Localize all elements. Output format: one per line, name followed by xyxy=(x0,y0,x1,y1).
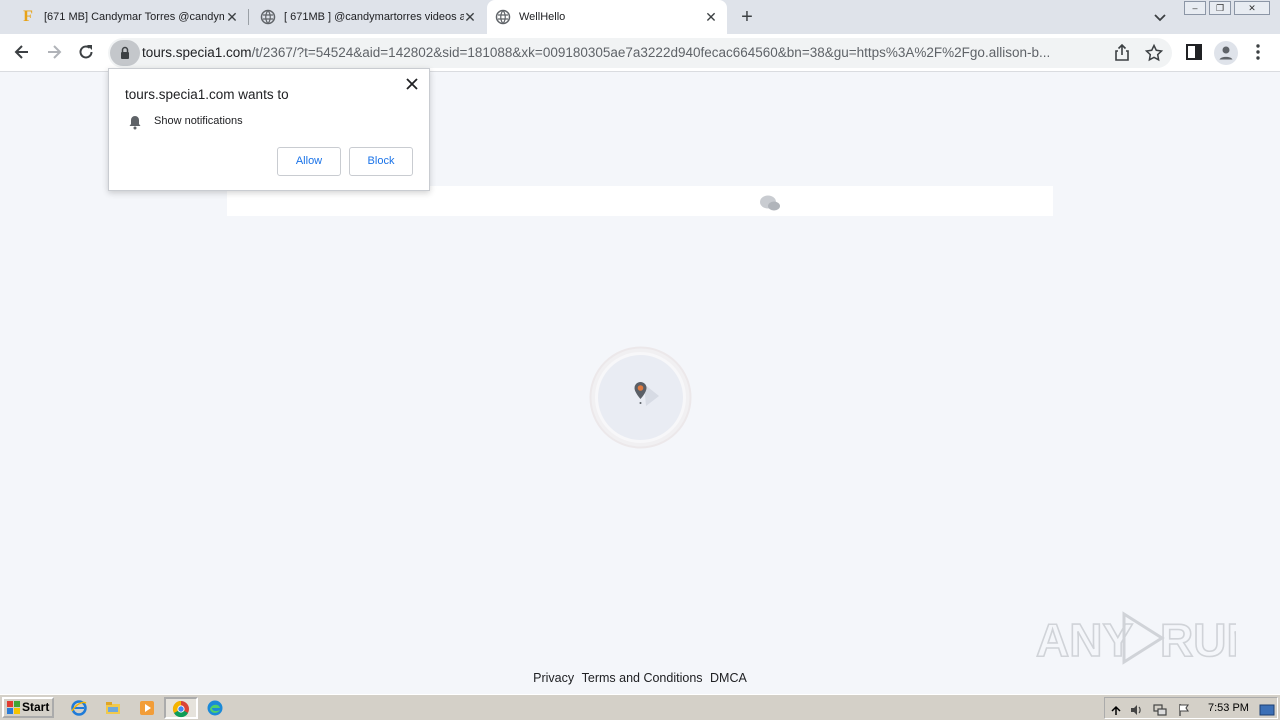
start-label: Start xyxy=(22,700,50,714)
profile-button[interactable] xyxy=(1214,41,1238,65)
more-menu-icon[interactable] xyxy=(1248,42,1268,62)
volume-icon[interactable] xyxy=(1129,703,1143,717)
block-button[interactable]: Block xyxy=(349,147,413,176)
permission-label: Show notifications xyxy=(154,115,243,127)
anyrun-watermark-logo: ANY RUN xyxy=(1036,611,1236,667)
chrome-icon xyxy=(172,700,189,718)
avatar-icon xyxy=(1219,46,1233,60)
url-host: tours.specia1.com xyxy=(142,45,252,60)
dialog-title: tours.specia1.com wants to xyxy=(125,87,289,102)
terms-link[interactable]: Terms and Conditions xyxy=(582,671,703,685)
action-center-flag-icon[interactable] xyxy=(1177,703,1191,717)
internet-explorer-icon[interactable] xyxy=(70,699,88,717)
chat-bubbles-icon[interactable] xyxy=(759,194,781,212)
f-letter-icon: F xyxy=(23,8,33,25)
tab-title: [671 MB] Candymar Torres @candym xyxy=(44,11,224,23)
edge-icon[interactable] xyxy=(206,699,224,717)
url-text[interactable]: tours.specia1.com/t/2367/?t=54524&aid=14… xyxy=(142,45,1102,60)
tab-strip: F [671 MB] Candymar Torres @candym ✕ [ 6… xyxy=(0,0,1280,34)
reload-icon[interactable] xyxy=(76,42,96,62)
lock-icon xyxy=(121,46,129,59)
minimize-button[interactable]: – xyxy=(1184,1,1206,15)
allow-button[interactable]: Allow xyxy=(277,147,341,176)
share-icon[interactable] xyxy=(1112,43,1132,63)
chevron-down-icon[interactable] xyxy=(1152,9,1168,25)
url-path: /t/2367/?t=54524&aid=142802&sid=181088&x… xyxy=(251,45,1051,60)
close-icon[interactable]: ✕ xyxy=(462,9,478,25)
show-hidden-icons-icon[interactable] xyxy=(1109,703,1123,717)
tab-wellhello[interactable]: WellHello ✕ xyxy=(487,0,727,34)
address-bar[interactable]: tours.specia1.com/t/2367/?t=54524&aid=14… xyxy=(108,38,1172,68)
close-icon[interactable] xyxy=(404,76,420,92)
back-icon[interactable] xyxy=(12,42,32,62)
windows-flag-icon xyxy=(7,701,20,714)
close-window-button[interactable]: ✕ xyxy=(1234,1,1270,15)
restore-button[interactable]: ❐ xyxy=(1209,1,1231,15)
dmca-link[interactable]: DMCA xyxy=(710,671,747,685)
tab-candymartorres-videos[interactable]: [ 671MB ] @candymartorres videos a ✕ xyxy=(252,0,486,34)
tab-title: [ 671MB ] @candymartorres videos a xyxy=(284,11,464,23)
watermark-text-run: RUN xyxy=(1160,614,1236,666)
watermark-text-any: ANY xyxy=(1036,614,1133,666)
globe-icon xyxy=(260,9,276,25)
start-button[interactable]: Start xyxy=(2,697,54,718)
close-icon[interactable]: ✕ xyxy=(703,9,719,25)
forward-icon[interactable] xyxy=(44,42,64,62)
show-desktop-icon[interactable] xyxy=(1259,703,1275,717)
loading-spinner xyxy=(589,346,692,449)
tab-candymar-torres[interactable]: F [671 MB] Candymar Torres @candym ✕ xyxy=(12,0,248,34)
tab-separator xyxy=(248,9,249,25)
media-player-icon[interactable] xyxy=(138,699,156,717)
tab-title: WellHello xyxy=(519,11,566,23)
bookmark-star-icon[interactable] xyxy=(1144,43,1164,63)
network-icon[interactable] xyxy=(1153,703,1167,717)
privacy-link[interactable]: Privacy xyxy=(533,671,574,685)
globe-icon xyxy=(495,9,511,25)
bell-icon xyxy=(129,116,141,130)
file-explorer-icon[interactable] xyxy=(104,699,122,717)
notification-permission-dialog: tours.specia1.com wants to Show notifica… xyxy=(108,68,430,191)
side-panel-icon[interactable] xyxy=(1184,42,1204,62)
close-icon[interactable]: ✕ xyxy=(224,9,240,25)
chrome-taskbar-button[interactable] xyxy=(164,697,198,719)
footer-links: Privacy Terms and Conditions DMCA xyxy=(0,671,1280,685)
system-tray xyxy=(1104,697,1278,719)
browser-toolbar: tours.specia1.com/t/2367/?t=54524&aid=14… xyxy=(0,34,1280,72)
new-tab-button[interactable]: + xyxy=(736,7,758,27)
clock[interactable]: 7:53 PM xyxy=(1208,702,1249,714)
site-info-button[interactable] xyxy=(110,40,140,66)
windows-taskbar: Start 7:53 PM xyxy=(0,694,1280,720)
